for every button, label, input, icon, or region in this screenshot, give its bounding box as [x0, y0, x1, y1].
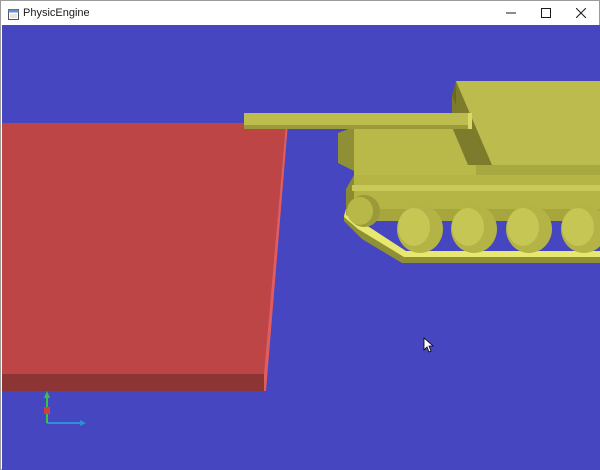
- scene-canvas: [2, 81, 600, 426]
- app-window: PhysicEngine: [0, 0, 600, 470]
- maximize-icon: [541, 8, 551, 18]
- ground-plane: [2, 123, 288, 391]
- maximize-button[interactable]: [528, 1, 564, 25]
- window-title: PhysicEngine: [23, 7, 90, 19]
- minimize-button[interactable]: [493, 1, 529, 25]
- mouse-cursor-icon: [423, 337, 435, 353]
- app-icon: [8, 7, 19, 20]
- close-icon: [576, 8, 586, 18]
- close-button[interactable]: [563, 1, 599, 25]
- axes-gizmo: [44, 391, 86, 426]
- minimize-icon: [506, 8, 516, 18]
- tank: [244, 81, 600, 263]
- 3d-viewport[interactable]: [2, 25, 600, 470]
- title-bar[interactable]: PhysicEngine: [1, 1, 599, 25]
